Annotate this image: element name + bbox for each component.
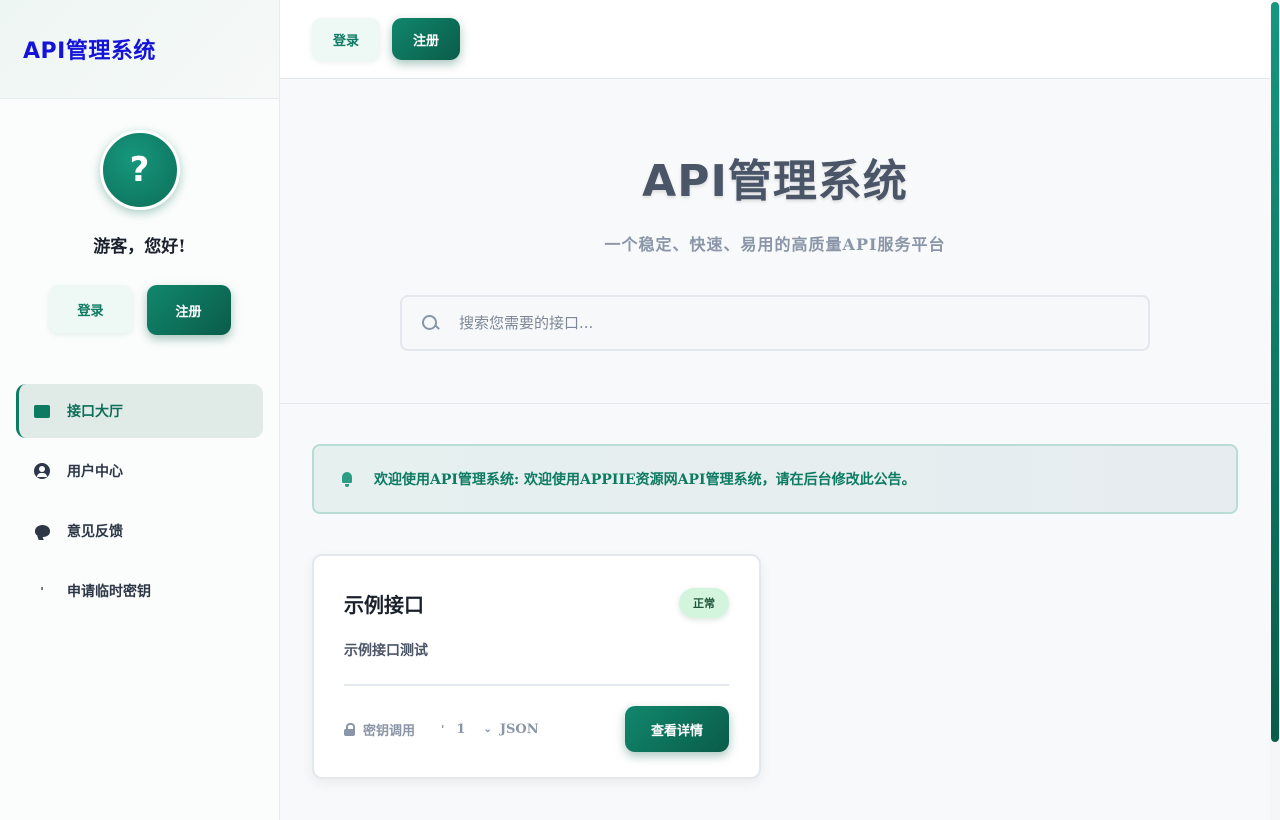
auth-type: 密钥调用 <box>363 723 416 739</box>
api-card-description: 示例接口测试 <box>344 643 428 659</box>
sidebar-nav: 接口大厅 用户中心 意见反馈 ' 申请临时密钥 <box>0 384 279 618</box>
search-icon <box>422 314 439 332</box>
avatar[interactable]: ? <box>99 130 180 210</box>
announcement-text: 欢迎使用API管理系统: 欢迎使用APPIIE资源网API管理系统，请在后台修改… <box>374 472 916 488</box>
api-card-meta: 密钥调用 ' 1 ⌄ JSON <box>344 720 539 739</box>
sidebar-item-feedback[interactable]: 意见反馈 <box>16 504 263 558</box>
topbar-register-button[interactable]: 注册 <box>392 18 460 60</box>
divider <box>344 684 729 686</box>
brand-logo[interactable]: API管理系统 <box>23 33 279 65</box>
sidebar-item-label: 用户中心 <box>67 464 123 480</box>
sidebar-item-api-hall[interactable]: 接口大厅 <box>16 384 263 438</box>
view-details-button[interactable]: 查看详情 <box>625 706 729 752</box>
sidebar-item-user-center[interactable]: 用户中心 <box>16 444 263 498</box>
sidebar-login-button[interactable]: 登录 <box>48 285 133 333</box>
sidebar-item-label: 接口大厅 <box>67 404 123 420</box>
api-card[interactable]: 示例接口 正常 示例接口测试 密钥调用 ' 1 ⌄ JSON 查看详情 <box>312 554 761 779</box>
page-subtitle: 一个稳定、快速、易用的高质量API服务平台 <box>604 235 946 254</box>
announcement-banner: 欢迎使用API管理系统: 欢迎使用APPIIE资源网API管理系统，请在后台修改… <box>312 444 1238 514</box>
user-panel: ? 游客，您好! 登录 注册 <box>0 99 279 335</box>
response-format: JSON <box>499 721 539 737</box>
search-input[interactable] <box>459 314 1099 332</box>
comment-icon <box>34 523 50 539</box>
hero-section: API管理系统 一个稳定、快速、易用的高质量API服务平台 <box>280 79 1270 404</box>
bell-icon <box>340 472 354 487</box>
sidebar: API管理系统 ? 游客，您好! 登录 注册 接口大厅 用户中心 意见反馈 ' … <box>0 0 280 820</box>
user-circle-icon <box>34 463 50 479</box>
sidebar-item-temp-key[interactable]: ' 申请临时密钥 <box>16 564 263 618</box>
page-title: API管理系统 <box>642 156 908 207</box>
api-card-header: 示例接口 正常 <box>344 588 729 618</box>
sidebar-item-label: 申请临时密钥 <box>67 584 151 600</box>
sidebar-header: API管理系统 <box>0 0 279 99</box>
topbar-login-button[interactable]: 登录 <box>312 18 380 60</box>
sidebar-register-button[interactable]: 注册 <box>146 285 231 335</box>
api-card-title: 示例接口 <box>344 592 424 617</box>
greeting-text: 游客，您好! <box>93 237 186 257</box>
scrollbar-thumb[interactable] <box>1271 2 1279 742</box>
separator-glyph: ' <box>441 722 445 736</box>
sidebar-item-label: 意见反馈 <box>67 524 123 540</box>
sidebar-auth-buttons: 登录 注册 <box>0 285 279 335</box>
lock-icon <box>344 722 355 736</box>
api-card-footer: 密钥调用 ' 1 ⌄ JSON 查看详情 <box>344 706 729 752</box>
key-icon: ' <box>40 584 44 598</box>
search-bar[interactable] <box>400 295 1150 351</box>
topbar: 登录 注册 <box>280 0 1270 79</box>
call-count: 1 <box>456 721 466 737</box>
main-content: 登录 注册 API管理系统 一个稳定、快速、易用的高质量API服务平台 欢迎使用… <box>280 0 1270 820</box>
scrollbar[interactable] <box>1270 0 1280 820</box>
status-badge: 正常 <box>679 588 729 618</box>
chevron-down-icon: ⌄ <box>483 723 492 735</box>
grid-icon <box>34 403 50 419</box>
